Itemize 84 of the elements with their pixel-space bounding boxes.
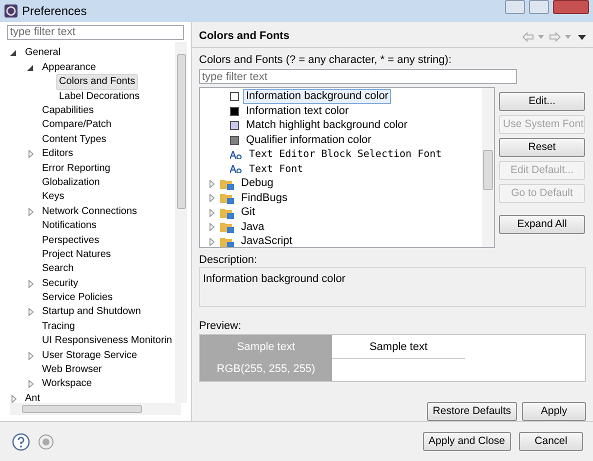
tree-item[interactable]: Information text color <box>243 104 352 119</box>
dropdown-icon[interactable] <box>564 34 572 40</box>
collapsed-arrow-icon[interactable] <box>27 380 35 388</box>
filter-field[interactable]: type filter text <box>199 69 517 84</box>
folder-icon <box>220 236 234 248</box>
folder-icon <box>220 178 234 190</box>
tree-item[interactable]: Colors and Fonts <box>56 74 138 90</box>
push-button[interactable]: Edit... <box>499 92 585 112</box>
collapsed-arrow-icon[interactable] <box>27 308 35 316</box>
collapsed-arrow-icon[interactable] <box>10 394 18 403</box>
tree-item[interactable]: Network Connections <box>39 204 140 220</box>
horizontal-scrollbar[interactable] <box>10 403 181 415</box>
tree-item[interactable]: General <box>22 45 64 62</box>
vertical-scrollbar[interactable] <box>482 88 494 248</box>
tree-item[interactable]: Security <box>39 276 82 292</box>
maximize-button[interactable] <box>529 0 549 14</box>
tree-item[interactable]: Service Policies <box>39 290 116 306</box>
tree-item[interactable]: User Storage Service <box>39 348 140 364</box>
back-arrow-icon[interactable] <box>522 32 534 42</box>
filter-label: Colors and Fonts (? = any character, * = any string): <box>199 53 453 68</box>
close-button[interactable] <box>553 0 589 14</box>
help-icon[interactable] <box>12 432 30 450</box>
tree-item[interactable]: Label Decorations <box>56 88 143 105</box>
view-menu-icon[interactable] <box>578 34 586 40</box>
tree-item[interactable]: Notifications <box>39 218 100 234</box>
tree-item[interactable]: Debug <box>238 176 276 192</box>
tree-item[interactable]: Appearance <box>39 60 99 76</box>
collapsed-arrow-icon[interactable] <box>27 280 35 288</box>
folder-icon <box>220 192 234 204</box>
rgb-text: RGB(255, 255, 255) <box>216 362 316 378</box>
tree-item[interactable]: Workspace <box>39 376 95 392</box>
forward-arrow-icon[interactable] <box>549 32 561 42</box>
tree-item[interactable]: Text Editor Block Selection Font <box>246 147 445 162</box>
app-icon <box>4 4 18 18</box>
collapsed-arrow-icon[interactable] <box>27 150 35 158</box>
filter-field[interactable]: type filter text <box>7 25 184 40</box>
font-icon <box>230 150 242 160</box>
push-button[interactable]: Expand All <box>499 215 585 234</box>
push-button[interactable]: Apply and Close <box>422 432 511 451</box>
tree-item[interactable]: Java <box>238 220 268 235</box>
tree-item[interactable]: Compare/Patch <box>39 117 114 134</box>
tree-item[interactable]: Web Browser <box>39 362 105 378</box>
push-button[interactable]: Apply <box>522 402 586 421</box>
dropdown-icon[interactable] <box>537 34 545 40</box>
minimize-button[interactable] <box>505 0 525 14</box>
vertical-scrollbar[interactable] <box>175 42 187 403</box>
push-button[interactable]: Reset <box>499 138 585 158</box>
page-title: Colors and Fonts <box>199 29 290 44</box>
collapsed-arrow-icon[interactable] <box>27 352 35 360</box>
tree-item[interactable]: Information background color <box>243 89 392 104</box>
tree-item[interactable]: Keys <box>39 189 68 206</box>
window-title: Preferences <box>22 3 87 20</box>
tree-item[interactable]: Content Types <box>39 132 110 148</box>
collapsed-arrow-icon[interactable] <box>27 208 35 216</box>
tree-item[interactable]: Text Font <box>246 162 306 177</box>
description-text: Information background color <box>203 273 346 286</box>
tree-item[interactable]: Error Reporting <box>39 160 114 177</box>
tree-item[interactable]: Startup and Shutdown <box>39 304 144 320</box>
tree-item[interactable]: Ant <box>22 390 44 403</box>
tree-item[interactable]: Globalization <box>39 174 103 191</box>
tree-item[interactable]: Capabilities <box>39 103 97 120</box>
sample-text: Sample text <box>369 340 428 355</box>
tree-item[interactable]: UI Responsiveness Monitorin <box>39 333 175 350</box>
tree-item[interactable]: Git <box>238 205 258 220</box>
tree-item[interactable]: Search <box>39 261 77 278</box>
tree-item[interactable]: FindBugs <box>238 190 290 206</box>
tree-item[interactable]: Tracing <box>39 318 78 335</box>
folder-icon <box>220 221 234 234</box>
expanded-arrow-icon[interactable] <box>27 64 35 72</box>
tree-item[interactable]: Project Natures <box>39 246 114 263</box>
tree-item[interactable]: Editors <box>39 146 76 162</box>
description-label: Description: <box>199 253 258 268</box>
tree-item[interactable]: Qualifier information color <box>243 132 374 148</box>
tree-item[interactable]: Match highlight background color <box>243 118 410 134</box>
push-button[interactable]: Restore Defaults <box>426 402 517 421</box>
folder-icon <box>220 206 234 219</box>
tree-item[interactable]: Perspectives <box>39 232 102 249</box>
tree-item[interactable]: JavaScript <box>238 234 296 248</box>
push-button[interactable]: Cancel <box>519 432 583 451</box>
record-icon[interactable] <box>38 434 54 450</box>
preview-label: Preview: <box>199 319 242 334</box>
expanded-arrow-icon[interactable] <box>10 49 18 58</box>
font-icon <box>230 164 242 174</box>
sample-text: Sample text <box>236 340 296 354</box>
